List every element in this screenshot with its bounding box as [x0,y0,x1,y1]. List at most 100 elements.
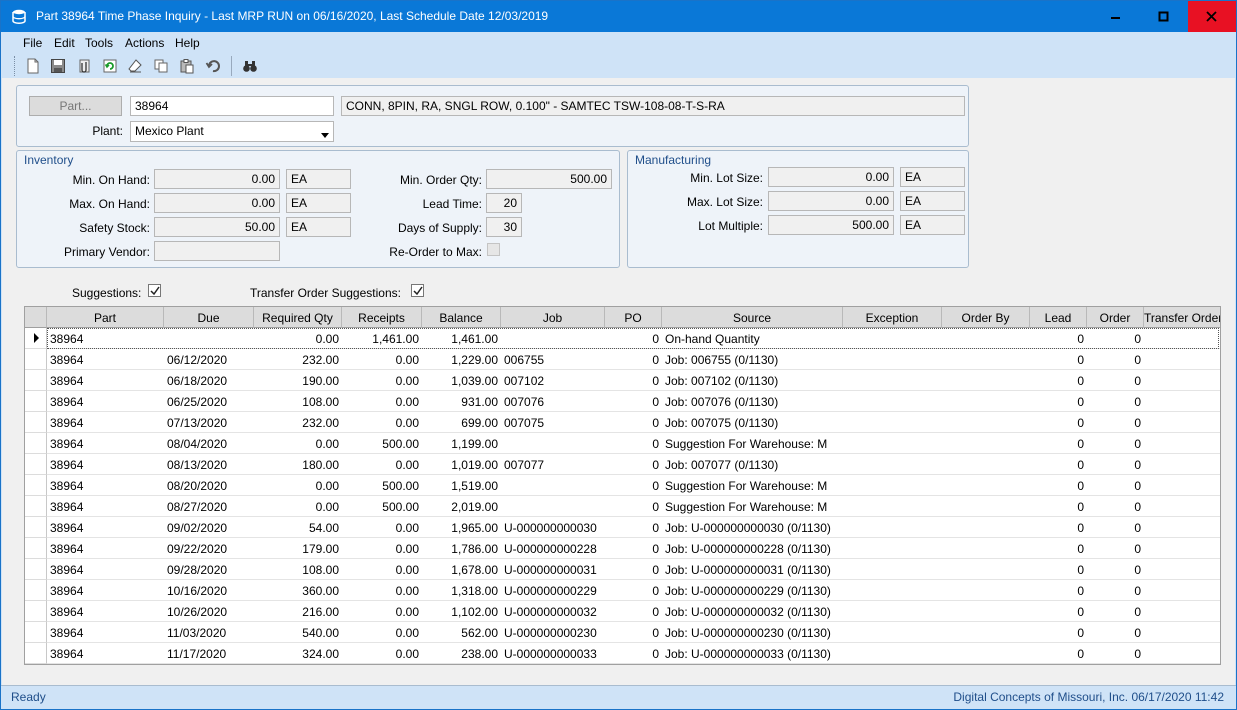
cell-balance[interactable]: 1,039.00 [422,370,501,391]
cell-part[interactable]: 38964 [47,559,164,580]
cell-required-qty[interactable]: 108.00 [254,391,342,412]
cell-transfer-order[interactable] [1144,328,1220,349]
cell-order[interactable]: 0 [1087,412,1144,433]
cell-required-qty[interactable]: 324.00 [254,643,342,664]
row-selector[interactable] [25,601,47,622]
row-selector[interactable] [25,433,47,454]
title-bar[interactable]: Part 38964 Time Phase Inquiry - Last MRP… [1,1,1236,32]
cell-transfer-order[interactable] [1144,454,1220,475]
cell-order-by[interactable] [942,412,1030,433]
cell-receipts[interactable]: 0.00 [342,601,422,622]
transfer-order-suggestions-checkbox[interactable] [411,284,424,297]
row-selector[interactable] [25,412,47,433]
row-selector[interactable] [25,475,47,496]
menu-actions[interactable]: Actions [125,36,164,50]
cell-order-by[interactable] [942,496,1030,517]
cell-job[interactable]: 007075 [501,412,605,433]
cell-part[interactable]: 38964 [47,496,164,517]
cell-exception[interactable] [843,370,942,391]
cell-required-qty[interactable]: 232.00 [254,349,342,370]
cell-po[interactable]: 0 [605,454,662,475]
cell-job[interactable]: 007102 [501,370,605,391]
cell-po[interactable]: 0 [605,538,662,559]
cell-source[interactable]: Job: U-000000000229 (0/1130) [662,580,843,601]
cell-balance[interactable]: 1,678.00 [422,559,501,580]
cell-job[interactable]: 007077 [501,454,605,475]
cell-lead[interactable]: 0 [1030,580,1087,601]
cell-lead[interactable]: 0 [1030,328,1087,349]
cell-receipts[interactable]: 500.00 [342,496,422,517]
cell-order[interactable]: 0 [1087,622,1144,643]
cell-receipts[interactable]: 0.00 [342,538,422,559]
row-selector[interactable] [25,643,47,664]
cell-order[interactable]: 0 [1087,328,1144,349]
cell-required-qty[interactable]: 540.00 [254,622,342,643]
cell-exception[interactable] [843,643,942,664]
cell-receipts[interactable]: 0.00 [342,643,422,664]
cell-source[interactable]: Job: 007075 (0/1130) [662,412,843,433]
cell-required-qty[interactable]: 108.00 [254,559,342,580]
cell-transfer-order[interactable] [1144,370,1220,391]
cell-transfer-order[interactable] [1144,412,1220,433]
column-header-source[interactable]: Source [662,307,843,328]
cell-balance[interactable]: 1,019.00 [422,454,501,475]
cell-lead[interactable]: 0 [1030,391,1087,412]
cell-exception[interactable] [843,433,942,454]
cell-transfer-order[interactable] [1144,622,1220,643]
cell-source[interactable]: Job: 007076 (0/1130) [662,391,843,412]
cell-part[interactable]: 38964 [47,580,164,601]
cell-job[interactable]: U-000000000031 [501,559,605,580]
cell-exception[interactable] [843,454,942,475]
row-selector[interactable] [25,349,47,370]
cell-required-qty[interactable]: 0.00 [254,475,342,496]
cell-transfer-order[interactable] [1144,349,1220,370]
cell-order-by[interactable] [942,580,1030,601]
cell-job[interactable]: 007076 [501,391,605,412]
cell-balance[interactable]: 699.00 [422,412,501,433]
cell-order[interactable]: 0 [1087,559,1144,580]
cell-part[interactable]: 38964 [47,538,164,559]
cell-due[interactable]: 08/04/2020 [164,433,254,454]
cell-source[interactable]: Job: U-000000000032 (0/1130) [662,601,843,622]
safety-stock-field[interactable]: 50.00 [154,217,280,237]
row-selector[interactable] [25,328,47,349]
cell-balance[interactable]: 1,102.00 [422,601,501,622]
cell-lead[interactable]: 0 [1030,601,1087,622]
cell-source[interactable]: Job: U-000000000030 (0/1130) [662,517,843,538]
cell-transfer-order[interactable] [1144,580,1220,601]
cell-transfer-order[interactable] [1144,643,1220,664]
cell-exception[interactable] [843,580,942,601]
cell-transfer-order[interactable] [1144,538,1220,559]
row-selector[interactable] [25,517,47,538]
cell-lead[interactable]: 0 [1030,454,1087,475]
cell-part[interactable]: 38964 [47,643,164,664]
row-selector[interactable] [25,559,47,580]
maximize-button[interactable] [1140,1,1188,32]
cell-order[interactable]: 0 [1087,454,1144,475]
cell-order-by[interactable] [942,370,1030,391]
cell-lead[interactable]: 0 [1030,496,1087,517]
cell-receipts[interactable]: 0.00 [342,622,422,643]
part-description-field[interactable]: CONN, 8PIN, RA, SNGL ROW, 0.100" - SAMTE… [341,96,965,116]
cell-due[interactable]: 10/16/2020 [164,580,254,601]
cell-order-by[interactable] [942,559,1030,580]
cell-order[interactable]: 0 [1087,538,1144,559]
row-selector[interactable] [25,454,47,475]
cell-job[interactable] [501,433,605,454]
cell-required-qty[interactable]: 179.00 [254,538,342,559]
column-header-receipts[interactable]: Receipts [342,307,422,328]
cell-receipts[interactable]: 500.00 [342,475,422,496]
cell-due[interactable]: 09/02/2020 [164,517,254,538]
cell-exception[interactable] [843,559,942,580]
part-button[interactable]: Part... [29,96,122,116]
cell-part[interactable]: 38964 [47,622,164,643]
cell-source[interactable]: Job: U-000000000228 (0/1130) [662,538,843,559]
menu-file[interactable]: File [23,36,42,50]
cell-po[interactable]: 0 [605,391,662,412]
cell-order[interactable]: 0 [1087,580,1144,601]
cell-due[interactable]: 08/27/2020 [164,496,254,517]
lot-multiple-field[interactable]: 500.00 [768,215,894,235]
cell-part[interactable]: 38964 [47,349,164,370]
cell-part[interactable]: 38964 [47,370,164,391]
cell-job[interactable]: U-000000000229 [501,580,605,601]
